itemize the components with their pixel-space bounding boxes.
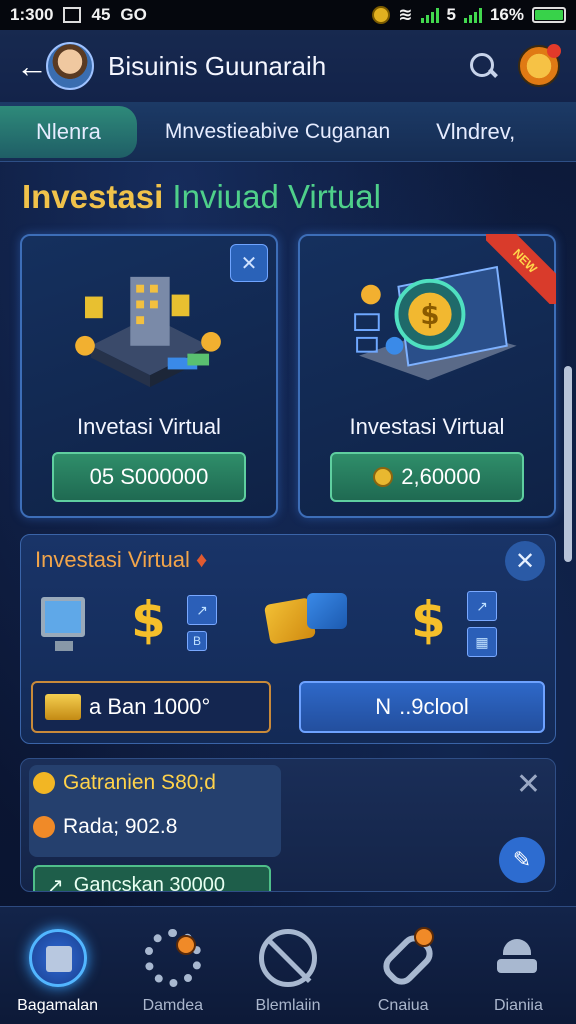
- school-label: ..9clool: [399, 694, 469, 719]
- section-title-sub: Inviuad Virtual: [172, 178, 381, 215]
- panel-title: Investasi Virtual ♦: [35, 547, 208, 572]
- earnings-button[interactable]: ↗ Gancskan 30000: [33, 865, 271, 892]
- back-arrow-icon[interactable]: ←: [16, 48, 48, 85]
- smile-icon: [33, 772, 55, 794]
- nav-label: Dianiia: [493, 997, 543, 1014]
- earnings-row: Gatranien S80;d: [33, 771, 216, 795]
- card-value: 2,60000: [401, 464, 481, 489]
- tab-nlenra[interactable]: Nlenra: [0, 105, 137, 158]
- card-value-button[interactable]: 2,60000: [330, 452, 524, 502]
- cube-icon: [28, 929, 87, 987]
- page-title: Bisuinis Guunaraih: [108, 50, 327, 81]
- user-icon: [489, 929, 547, 987]
- status-signal-text: 5: [446, 5, 456, 24]
- chat-icon: [307, 593, 347, 629]
- card-label: Investasi Virtual: [349, 414, 505, 439]
- tab-bar: Nlenra Mnvestieabive Cuganan Vlndrev,: [0, 102, 576, 162]
- school-button[interactable]: N ..9clool: [299, 681, 545, 733]
- nav-item-damdea[interactable]: Damdea: [115, 907, 230, 1024]
- edit-icon[interactable]: ✎: [499, 837, 545, 883]
- status-carrier: GO: [120, 5, 147, 24]
- app-notification-icon: [372, 6, 391, 24]
- close-icon[interactable]: ✕: [505, 541, 545, 581]
- close-icon[interactable]: ✕: [516, 767, 541, 802]
- tab-investasi-guganan[interactable]: Mnvestieabive Cuganan: [157, 120, 398, 144]
- section-title: Investasi Inviuad Virtual: [22, 178, 381, 216]
- nav-item-cnaiua[interactable]: Cnaiua: [346, 907, 461, 1024]
- bottom-nav: Bagamalan Damdea Blemlaiin Cnaiua Dianii…: [0, 906, 576, 1024]
- nav-label: Blemlaiin: [255, 997, 321, 1014]
- nav-label: Bagamalan: [17, 997, 99, 1014]
- search-icon[interactable]: [466, 49, 500, 83]
- svg-text:$: $: [420, 299, 439, 331]
- coin-icon: [373, 467, 394, 487]
- gallery-icon: [63, 7, 82, 23]
- dollar-icon: $: [131, 591, 166, 649]
- panel-icon-row: $ ↗ B $ ↗ ▦: [35, 591, 545, 671]
- status-left-text: 45: [91, 5, 111, 24]
- fire-icon: ♦: [196, 547, 208, 572]
- mini-tile-icon: B: [187, 631, 207, 651]
- notification-badge: [547, 44, 561, 58]
- card-label: Invetasi Virtual: [77, 414, 221, 439]
- avatar[interactable]: [46, 42, 94, 90]
- balance-button[interactable]: a Ban 1000°: [31, 681, 271, 733]
- gold-bars-icon: [45, 694, 81, 720]
- section-title-main: Investasi: [22, 178, 164, 215]
- card-value-button[interactable]: 05 S000000: [52, 452, 246, 502]
- face-icon: [33, 816, 55, 838]
- status-bar: 1:300 45 GO ≋ 5 16%: [0, 0, 576, 30]
- nav-item-dianiia[interactable]: Dianiia: [461, 907, 576, 1024]
- grid-icon: ▦: [467, 627, 497, 657]
- nav-badge: [175, 935, 196, 955]
- dollar-icon-2: $: [411, 591, 446, 649]
- link-icon: [374, 927, 435, 987]
- nav-label: Damdea: [142, 997, 204, 1014]
- investment-panel: Investasi Virtual ♦ ✕ $ ↗ B $ ↗ ▦ a Ban …: [20, 534, 556, 744]
- signal-icon-2: [463, 7, 482, 23]
- nav-item-bagamalan[interactable]: Bagamalan: [0, 907, 115, 1024]
- nav-item-blemlaiin[interactable]: Blemlaiin: [230, 907, 345, 1024]
- card-value: 05 S000000: [89, 464, 209, 489]
- earnings-panel: Gatranien S80;d Rada; 902.8 ✕ ✎ ↗ Gancsk…: [20, 758, 556, 892]
- app-header: ← Bisuinis Guunaraih: [0, 30, 576, 102]
- new-ribbon: NEW: [486, 234, 556, 304]
- battery-percent: 16%: [489, 5, 524, 24]
- nav-label: Cnaiua: [377, 997, 429, 1014]
- arrow-icon: ↗: [47, 874, 64, 892]
- nav-badge: [414, 927, 435, 947]
- gear-icon: [143, 929, 202, 987]
- battery-icon: [532, 7, 566, 23]
- notification-icon[interactable]: [518, 44, 561, 87]
- investment-card-2[interactable]: $ NEW Investasi Virtual 2,60000: [298, 234, 556, 518]
- pin-icon[interactable]: ✕: [230, 244, 268, 282]
- ban-icon: [259, 929, 317, 987]
- status-time: 1:300: [10, 5, 54, 24]
- investment-card-1[interactable]: ✕ Invetasi Virtual 05 S000000: [20, 234, 278, 518]
- chart-icon: ↗: [187, 595, 217, 625]
- monitor-icon: [41, 597, 85, 651]
- scrollbar[interactable]: [564, 366, 572, 562]
- wifi-icon: ≋: [398, 5, 413, 24]
- tab-vlndrev[interactable]: Vlndrev,: [428, 119, 523, 145]
- trend-icon: ↗: [467, 591, 497, 621]
- signal-icon: [420, 7, 439, 23]
- school-icon: N: [375, 694, 392, 719]
- earnings-row: Rada; 902.8: [33, 815, 177, 839]
- balance-label: a Ban 1000°: [89, 694, 211, 719]
